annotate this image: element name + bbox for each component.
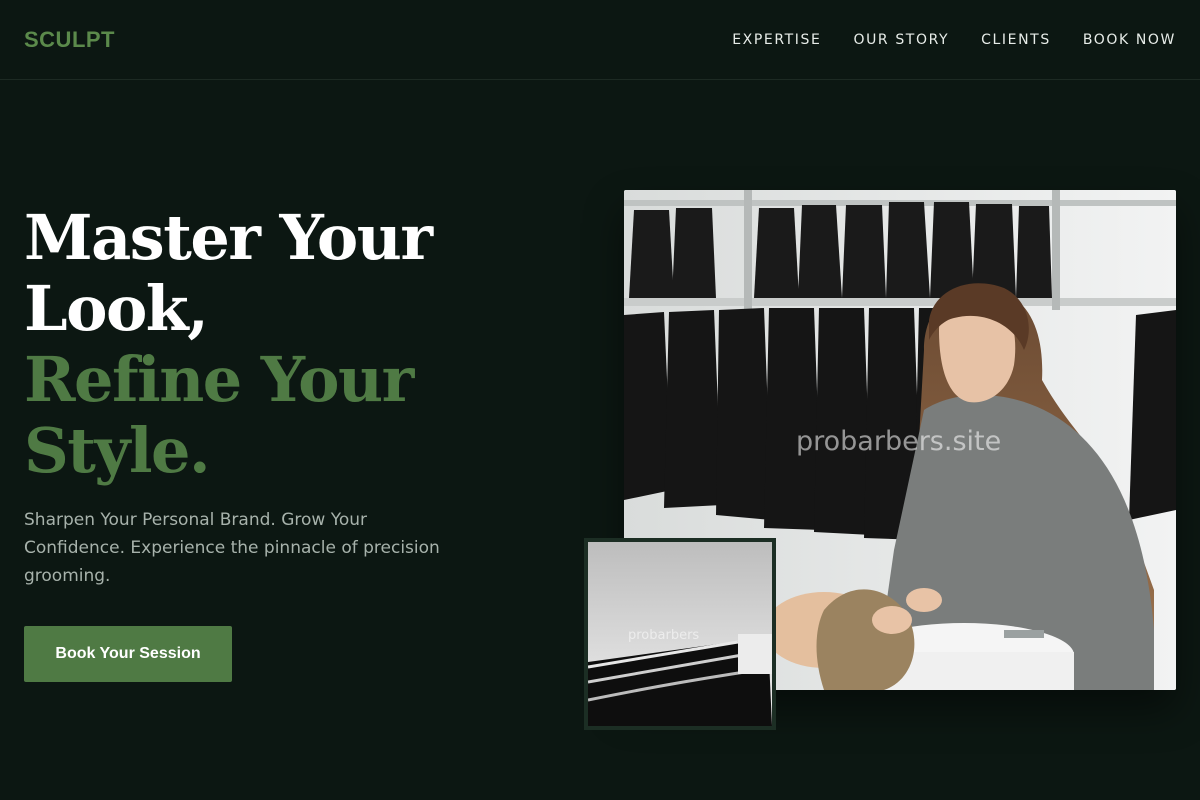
nav-link-book-now[interactable]: BOOK NOW [1083, 32, 1176, 48]
headline-line-3: Refine Your [24, 343, 414, 416]
top-navigation: SCULPT EXPERTISE OUR STORY CLIENTS BOOK … [0, 0, 1200, 80]
wash-station-thumbnail: probarbers [584, 538, 776, 730]
nav-links: EXPERTISE OUR STORY CLIENTS BOOK NOW [732, 32, 1176, 48]
hero-text: Master Your Look, Refine Your Style. Sha… [24, 202, 544, 682]
nav-link-clients[interactable]: CLIENTS [981, 32, 1051, 48]
headline-line-1: Master Your [24, 201, 433, 274]
headline-line-4: Style. [24, 414, 211, 487]
thumbnail-watermark: probarbers [628, 628, 700, 643]
nav-link-our-story[interactable]: OUR STORY [853, 32, 949, 48]
headline-line-2: Look, [24, 272, 209, 345]
nav-link-expertise[interactable]: EXPERTISE [732, 32, 821, 48]
brand-logo[interactable]: SCULPT [24, 27, 115, 53]
book-session-button[interactable]: Book Your Session [24, 626, 232, 682]
hero-subtitle: Sharpen Your Personal Brand. Grow Your C… [24, 510, 440, 586]
hero-headline: Master Your Look, Refine Your Style. [24, 202, 544, 486]
main-photo-watermark: probarbers.site [796, 426, 1002, 457]
